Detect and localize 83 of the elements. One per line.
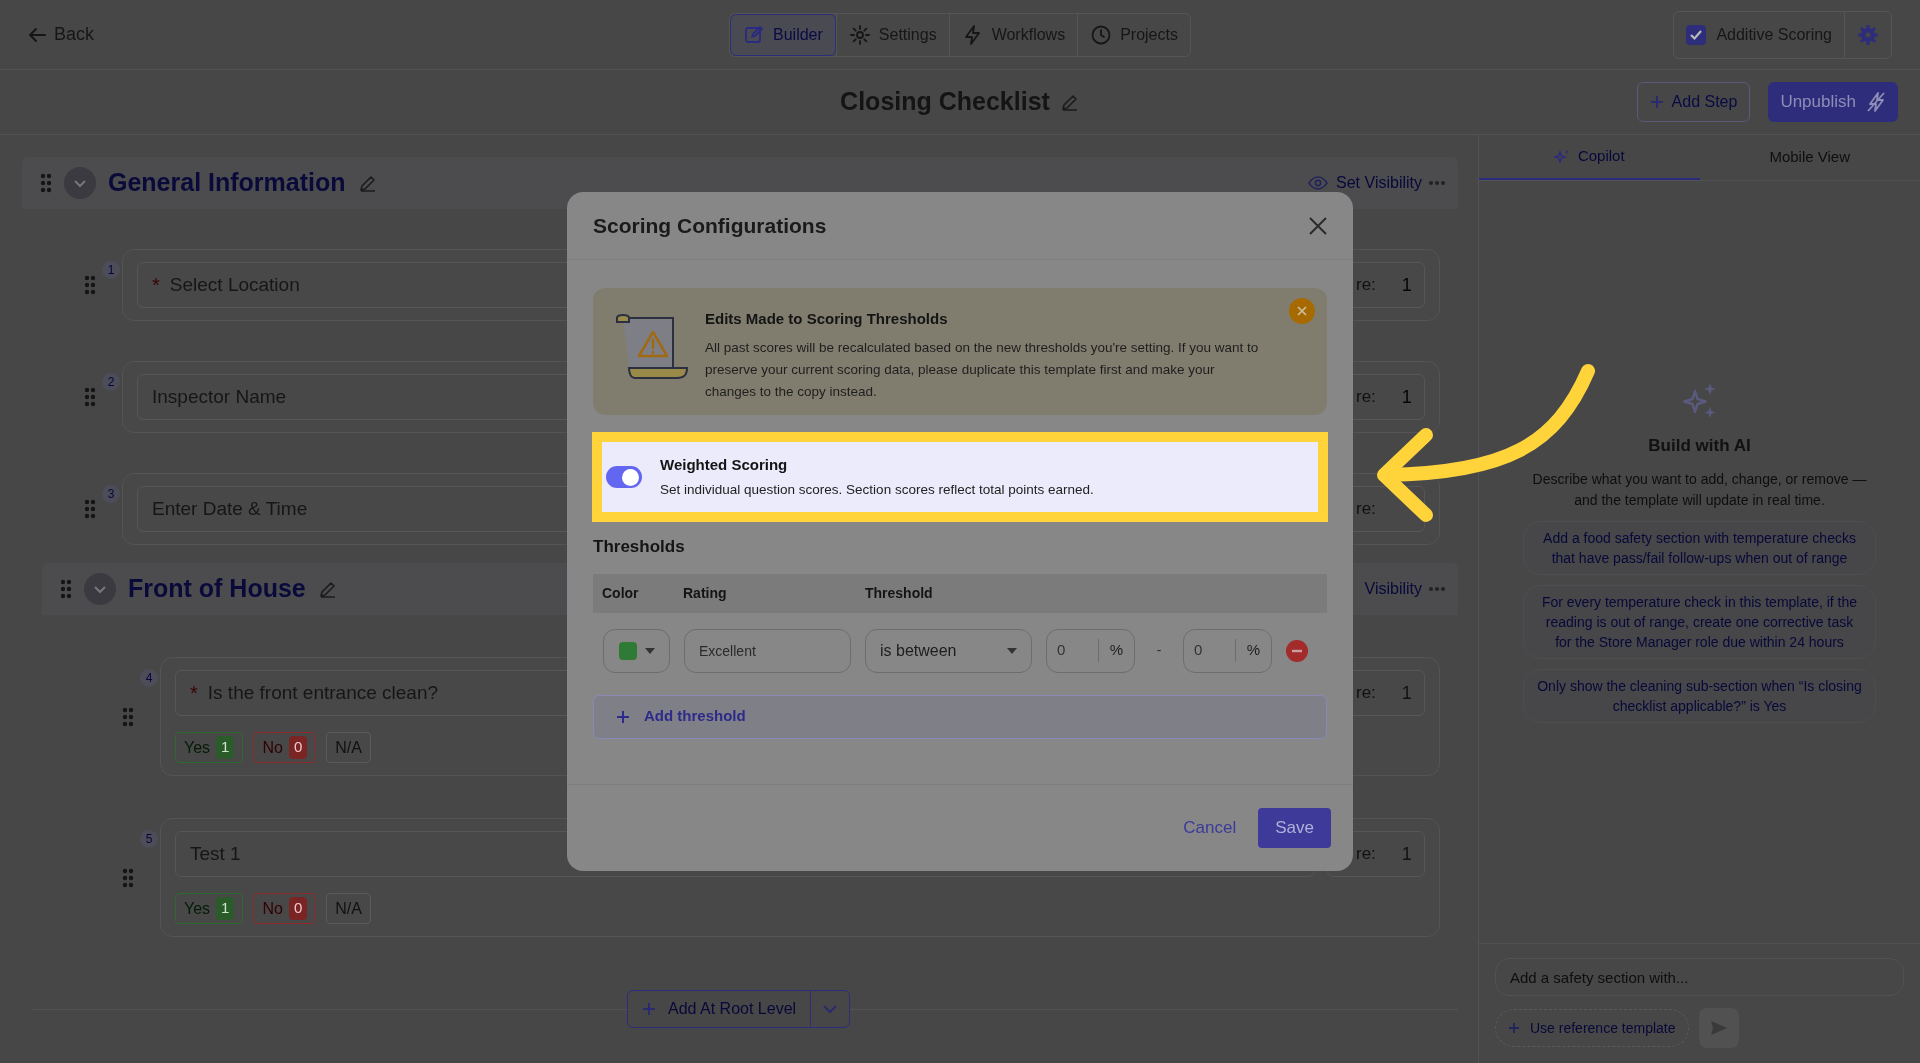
dismiss-button[interactable] [1289, 298, 1315, 324]
send-icon [1709, 1020, 1728, 1036]
answer-option[interactable]: N/A [326, 893, 371, 924]
question-number: 5 [140, 830, 158, 848]
answer-score: 0 [288, 897, 308, 920]
back-arrow-icon [28, 26, 46, 43]
close-icon[interactable] [1309, 216, 1327, 235]
sparkle-icon [1553, 148, 1570, 165]
question-number: 1 [102, 261, 120, 279]
chevron-circle-icon[interactable] [84, 573, 116, 605]
color-picker[interactable] [603, 628, 670, 673]
more-options-icon[interactable] [1428, 180, 1446, 186]
more-options-icon[interactable] [1428, 586, 1446, 592]
chat-input[interactable]: Add a safety section with... [1495, 958, 1904, 996]
column-header: Color [602, 583, 640, 603]
caret-icon [644, 647, 655, 654]
percent-field[interactable]: 0 % [1046, 628, 1135, 673]
answer-option[interactable]: Yes 1 [175, 732, 244, 763]
caret-icon [823, 1005, 838, 1013]
thresholds-heading: Thresholds [593, 536, 686, 558]
answer-option[interactable]: Yes 1 [175, 893, 244, 924]
range-separator: - [1155, 641, 1163, 660]
panel-description: Describe what you want to add, change, or remove — and the template will update in real time. [1531, 469, 1868, 510]
edit-icon [743, 23, 766, 46]
eye-icon [1308, 176, 1329, 190]
required-mark: * [190, 681, 198, 706]
answer-score: 1 [216, 736, 235, 759]
drag-handle-icon[interactable] [40, 173, 52, 193]
drag-handle-icon[interactable] [84, 275, 96, 295]
drag-handle-icon[interactable] [84, 499, 96, 519]
chevron-circle-icon[interactable] [64, 167, 96, 199]
column-header: Threshold [865, 583, 934, 603]
warning-title: Edits Made to Scoring Thresholds [705, 309, 949, 329]
plus-icon [616, 709, 630, 724]
answer-option[interactable]: No 0 [253, 893, 317, 924]
setting-title: Weighted Scoring [660, 454, 789, 475]
pencil-icon[interactable] [357, 173, 378, 193]
add-threshold-button[interactable]: Add threshold [593, 694, 1327, 739]
section-title: General Information [108, 167, 346, 199]
question-number: 4 [140, 669, 158, 687]
suggestion-chip[interactable]: For every temperature check in this template, if the reading is out of range, create one corrective task for the Store Manager role due within 24 hours [1523, 584, 1876, 659]
answer-score: 1 [216, 897, 235, 920]
answer-option[interactable]: No 0 [253, 732, 317, 763]
section-title: Front of House [128, 573, 306, 605]
unpublish-button[interactable]: Unpublish [1768, 82, 1898, 122]
remove-icon[interactable] [1286, 639, 1308, 662]
tab[interactable]: Builder [730, 13, 836, 56]
dialog-title: Scoring Configurations [593, 212, 827, 239]
set-visibility-button[interactable]: Visibility [1364, 577, 1422, 601]
lightning-slash-icon [1866, 91, 1886, 113]
plus-icon [1508, 1022, 1520, 1034]
caret-icon [1007, 647, 1017, 654]
percent-field[interactable]: 0 % [1183, 628, 1272, 673]
close-icon [1297, 306, 1307, 316]
save-button[interactable]: Save [1258, 808, 1331, 848]
plus-icon [1649, 95, 1664, 109]
answer-option[interactable]: N/A [326, 732, 371, 763]
cancel-button[interactable]: Cancel [1183, 815, 1237, 841]
warning-text: All past scores will be recalculated based on the new thresholds you're setting. If you want to preserve your current scoring data, please duplicate this template first and make your changes to the copy instead. [705, 338, 1260, 401]
drag-handle-icon[interactable] [122, 867, 134, 888]
rating-field[interactable]: Excellent [684, 628, 851, 673]
add-step-button[interactable]: Add Step [1636, 82, 1751, 122]
column-header: Rating [683, 583, 728, 603]
setting-description: Set individual question scores. Section scores reflect total points earned. [660, 481, 1094, 500]
set-visibility-button[interactable]: Set Visibility [1308, 171, 1422, 195]
required-mark: * [152, 273, 160, 298]
pencil-icon[interactable] [317, 579, 338, 599]
weighted-scoring-toggle[interactable] [606, 466, 642, 488]
send-button[interactable] [1698, 1008, 1739, 1048]
question-number: 2 [102, 373, 120, 391]
answer-score: 0 [288, 736, 308, 759]
suggestion-chip[interactable]: Add a food safety section with temperature checks that have pass/fail follow-ups when out of range [1523, 520, 1876, 575]
drag-handle-icon[interactable] [84, 387, 96, 407]
question-number: 3 [102, 485, 120, 503]
plus-icon [642, 1002, 656, 1016]
suggestion-chip[interactable]: Only show the cleaning sub-section when “Is closing checklist applicable?” is Yes [1523, 668, 1876, 723]
panel-tab[interactable]: Mobile View [1699, 135, 1920, 180]
panel-tab[interactable]: Copilot [1479, 135, 1700, 180]
pencil-icon[interactable] [1059, 92, 1080, 112]
operator-dropdown[interactable]: is between [865, 628, 1032, 673]
drag-handle-icon[interactable] [60, 579, 72, 599]
drag-handle-icon[interactable] [122, 706, 134, 727]
clock-icon [1090, 23, 1113, 46]
